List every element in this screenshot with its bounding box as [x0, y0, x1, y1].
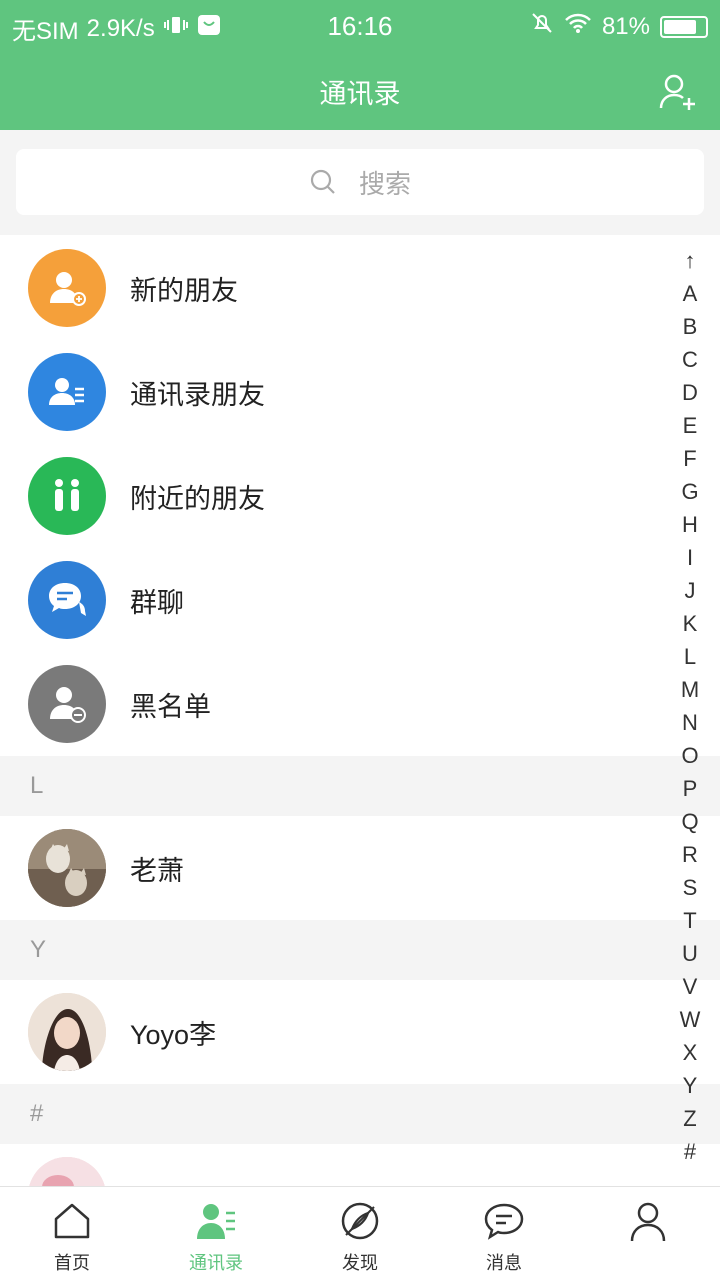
index-letter[interactable]: ↑: [676, 244, 704, 277]
tab-label: 首页: [54, 1253, 90, 1273]
alphabet-index[interactable]: ↑ A B C D E F G H I J K L M N O P Q R S T U V W X Y Z #: [676, 244, 704, 1168]
blacklist-icon: [28, 665, 106, 743]
add-user-icon: [659, 74, 695, 110]
list-item-label: 群聊: [130, 587, 184, 618]
list-item-label: 通讯录朋友: [130, 379, 265, 410]
list-item-address-book-friends[interactable]: 通讯录朋友: [0, 340, 720, 444]
index-letter[interactable]: Y: [676, 1069, 704, 1102]
index-letter[interactable]: N: [676, 706, 704, 739]
index-letter[interactable]: V: [676, 970, 704, 1003]
tab-label: 通讯录: [189, 1253, 243, 1273]
index-letter[interactable]: P: [676, 772, 704, 805]
search-placeholder: 搜索: [358, 168, 411, 199]
list-item-label: 附近的朋友: [130, 483, 265, 514]
new-friend-icon: [28, 249, 106, 327]
message-icon: [484, 1203, 524, 1240]
status-right: 81%: [530, 11, 708, 42]
index-letter[interactable]: L: [676, 640, 704, 673]
tab-bar: 首页 通讯录 发现 消息: [0, 1186, 720, 1280]
search-input[interactable]: 搜索: [16, 149, 704, 215]
index-letter[interactable]: J: [676, 574, 704, 607]
list-item-label: 新的朋友: [130, 275, 238, 306]
list-item-group-chat[interactable]: 群聊: [0, 548, 720, 652]
section-header-l: L: [0, 756, 720, 816]
index-letter[interactable]: X: [676, 1036, 704, 1069]
address-book-friend-icon: [28, 353, 106, 431]
index-letter[interactable]: M: [676, 673, 704, 706]
index-letter[interactable]: R: [676, 838, 704, 871]
tab-home[interactable]: 首页: [0, 1187, 144, 1280]
list-item-new-friends[interactable]: 新的朋友: [0, 236, 720, 340]
avatar: [28, 829, 106, 907]
profile-icon: [630, 1202, 666, 1242]
index-letter[interactable]: Z: [676, 1102, 704, 1135]
search-container: 搜索: [0, 130, 720, 235]
add-contact-button[interactable]: [658, 72, 698, 112]
contact-list[interactable]: 新的朋友 通讯录朋友 附近的朋友 群聊 黑名单 L 老萧 Y Yoyo李 #: [0, 236, 720, 1248]
index-letter[interactable]: S: [676, 871, 704, 904]
search-icon: [310, 169, 335, 194]
list-item-blacklist[interactable]: 黑名单: [0, 652, 720, 756]
index-letter[interactable]: Q: [676, 805, 704, 838]
index-letter[interactable]: C: [676, 343, 704, 376]
tab-label: 消息: [486, 1253, 522, 1273]
index-letter[interactable]: T: [676, 904, 704, 937]
index-letter[interactable]: G: [676, 475, 704, 508]
contact-name: Yoyo李: [130, 1019, 217, 1050]
index-letter[interactable]: U: [676, 937, 704, 970]
contact-name: 老萧: [130, 855, 184, 886]
section-header-y: Y: [0, 920, 720, 980]
list-item-nearby-friends[interactable]: 附近的朋友: [0, 444, 720, 548]
tab-profile[interactable]: [576, 1187, 720, 1280]
page-title: 通讯录: [319, 79, 401, 109]
avatar: [28, 993, 106, 1071]
nav-bar: 通讯录: [0, 50, 720, 130]
mute-bell-icon: [530, 11, 554, 42]
contact-row[interactable]: Yoyo李: [0, 980, 720, 1084]
index-letter[interactable]: A: [676, 277, 704, 310]
tab-messages[interactable]: 消息: [432, 1187, 576, 1280]
index-letter[interactable]: D: [676, 376, 704, 409]
section-header-hash: #: [0, 1084, 720, 1144]
index-letter[interactable]: E: [676, 409, 704, 442]
nearby-icon: [28, 457, 106, 535]
index-letter[interactable]: #: [676, 1135, 704, 1168]
contact-row[interactable]: 老萧: [0, 816, 720, 920]
index-letter[interactable]: H: [676, 508, 704, 541]
battery-percent: 81%: [601, 12, 650, 40]
index-letter[interactable]: K: [676, 607, 704, 640]
home-icon: [54, 1203, 90, 1239]
battery-icon: [660, 15, 708, 38]
index-letter[interactable]: W: [676, 1003, 704, 1036]
status-bar: 无SIM 2.9K/s 16:16 81%: [0, 0, 720, 50]
index-letter[interactable]: B: [676, 310, 704, 343]
index-letter[interactable]: I: [676, 541, 704, 574]
tab-label: 发现: [342, 1253, 378, 1273]
index-letter[interactable]: F: [676, 442, 704, 475]
index-letter[interactable]: O: [676, 739, 704, 772]
tab-contacts[interactable]: 通讯录: [144, 1187, 288, 1280]
list-item-label: 黑名单: [130, 691, 211, 722]
discover-icon: [341, 1202, 379, 1240]
contacts-icon: [197, 1204, 235, 1239]
tab-discover[interactable]: 发现: [288, 1187, 432, 1280]
wifi-icon: [564, 12, 592, 41]
group-chat-icon: [28, 561, 106, 639]
